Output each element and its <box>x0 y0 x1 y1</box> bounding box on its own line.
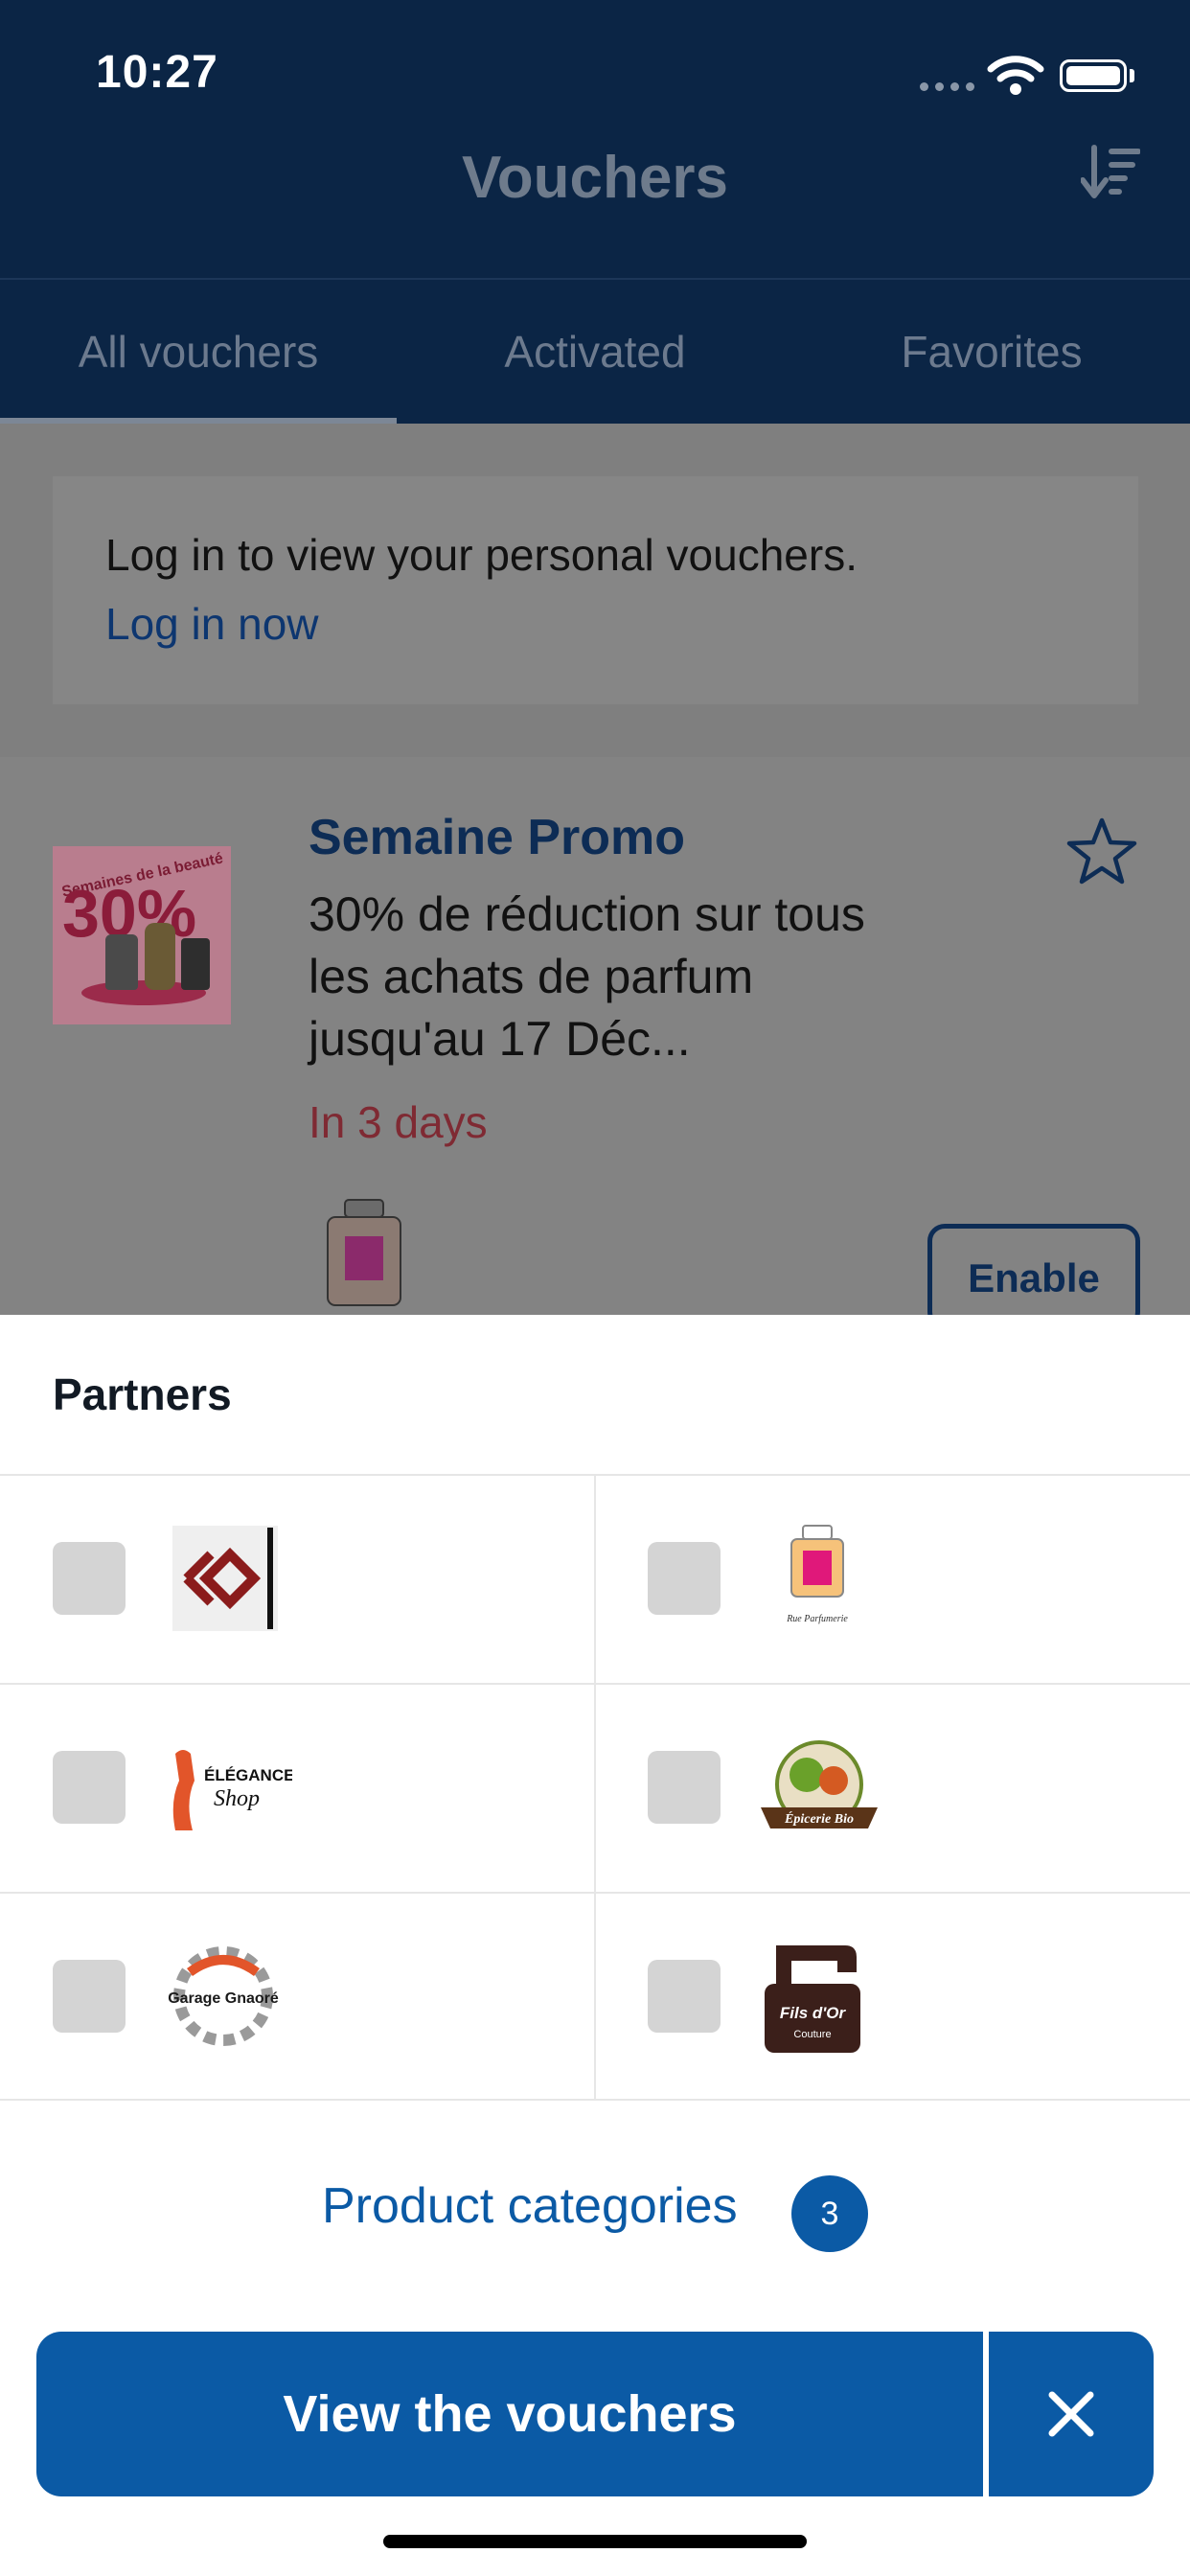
partner-logo-perfume-icon <box>327 1199 401 1306</box>
tab-bar: All vouchers Activated Favorites <box>0 280 1190 424</box>
close-icon <box>1048 2391 1094 2437</box>
login-message: Log in to view your personal vouchers. <box>105 530 858 580</box>
partner-checkbox[interactable] <box>648 1960 721 2033</box>
voucher-image: Semaines de la beauté 30% <box>53 846 231 1024</box>
partner-logo-text: Garage Gnaoré <box>168 1990 279 2007</box>
perfume-bottle-icon <box>145 923 175 990</box>
partner-logo-epicerie-icon: Épicerie Bio <box>761 1740 878 1828</box>
battery-cap <box>1130 69 1134 82</box>
tab-activated[interactable]: Activated <box>397 280 793 424</box>
partner-logo-text: ÉLÉGANCE <box>204 1766 292 1784</box>
battery-icon <box>1060 59 1127 92</box>
partner-logo-elegance-icon: ÉLÉGANCE Shop <box>172 1750 292 1830</box>
perfume-bottle-icon <box>181 938 210 990</box>
partner-logo-garage-icon: Garage Gnaoré <box>168 1946 279 2046</box>
navigation-header <box>0 0 1190 278</box>
partner-checkbox[interactable] <box>53 1960 126 2033</box>
partner-checkbox[interactable] <box>648 1542 721 1615</box>
partner-logo-text: Shop <box>214 1786 260 1811</box>
partner-logo-text: Fils d'Or <box>780 2004 847 2022</box>
view-vouchers-button[interactable]: View the vouchers <box>36 2332 983 2496</box>
sheet-title: Partners <box>53 1369 232 1419</box>
close-sheet-button[interactable] <box>989 2332 1154 2496</box>
categories-count-badge: 3 <box>791 2175 868 2252</box>
status-time: 10:27 <box>96 47 218 98</box>
home-indicator[interactable] <box>383 2535 807 2548</box>
star-outline-icon[interactable] <box>1065 816 1138 886</box>
partner-logo-diamond-icon <box>172 1526 278 1631</box>
partner-checkbox[interactable] <box>648 1751 721 1824</box>
voucher-description: 30% de réduction sur tous les achats de … <box>309 887 865 1066</box>
page-title: Vouchers <box>462 145 728 211</box>
partner-logo-text: Épicerie Bio <box>784 1810 854 1827</box>
product-categories-link[interactable]: Product categories <box>322 2177 738 2235</box>
grid-divider <box>594 1474 596 2099</box>
enable-voucher-button[interactable]: Enable <box>927 1224 1140 1329</box>
tab-favorites[interactable]: Favorites <box>793 280 1190 424</box>
wifi-icon <box>987 56 1044 95</box>
partner-logo-sewing-icon: Fils d'Or Couture <box>765 1945 860 2053</box>
partner-logo-perfume-icon: Rue Parfumerie <box>786 1525 848 1624</box>
partner-logo-text: Rue Parfumerie <box>786 1614 848 1624</box>
tab-all-vouchers[interactable]: All vouchers <box>0 280 397 424</box>
partner-checkbox[interactable] <box>53 1751 126 1824</box>
partner-logo-text: Couture <box>793 2029 831 2040</box>
voucher-title: Semaine Promo <box>309 810 686 865</box>
cellular-signal-icon <box>920 82 974 91</box>
partner-checkbox[interactable] <box>53 1542 126 1615</box>
login-now-link[interactable]: Log in now <box>105 598 319 650</box>
voucher-expiry: In 3 days <box>309 1097 488 1147</box>
sort-descending-icon[interactable] <box>1081 144 1140 201</box>
perfume-bottle-icon <box>105 934 138 990</box>
login-banner <box>53 476 1138 704</box>
grid-divider <box>0 2099 1190 2101</box>
